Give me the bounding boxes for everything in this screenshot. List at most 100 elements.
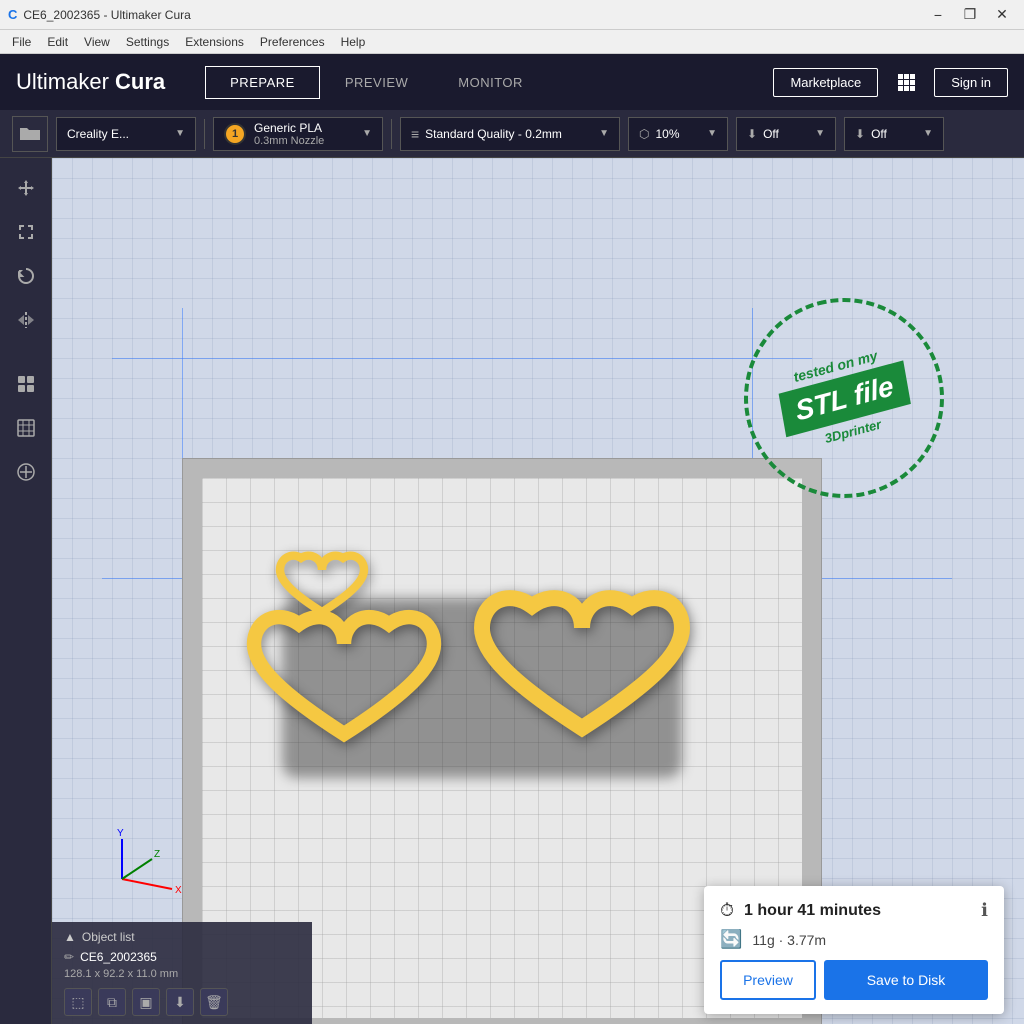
move-icon [16,178,36,198]
stamp-inner: tested on my STL file 3Dprinter [771,341,917,454]
menu-view[interactable]: View [76,33,118,51]
quality-chevron: ▼ [599,128,609,139]
grid-icon-button[interactable] [890,66,922,98]
menu-file[interactable]: File [4,33,39,51]
nozzle-selector[interactable]: 1 Generic PLA 0.3mm Nozzle ▼ [213,117,383,151]
svg-text:Y: Y [117,829,124,839]
title-bar-left: C CE6_2002365 - Ultimaker Cura [8,7,191,22]
printer-name: Creality E... [67,127,129,141]
object-list-panel: ▲ Object list ✏ CE6_2002365 128.1 x 92.2… [52,922,312,1024]
maximize-button[interactable]: ❐ [956,4,984,26]
app-icon: C [8,7,17,22]
adhesion-label: Off [871,127,887,141]
title-bar-controls: − ❐ ✕ [924,4,1016,26]
info-card: ⏱ 1 hour 41 minutes ℹ 🔄 11g · 3.77m Prev… [704,886,1004,1014]
quality-select[interactable]: ≡ Standard Quality - 0.2mm ▼ [400,117,620,151]
minimize-button[interactable]: − [924,4,952,26]
app: Ultimaker Cura PREPARE PREVIEW MONITOR M… [0,54,1024,1024]
menu-edit[interactable]: Edit [39,33,76,51]
printer-select[interactable]: Creality E... ▼ [56,117,196,151]
logo: Ultimaker Cura [16,69,165,95]
guide-line-horizontal-1 [112,358,812,359]
object-entry: ✏ CE6_2002365 [64,950,300,964]
toolbar-divider-1 [204,119,205,149]
rotate-icon [16,266,36,286]
support-icon [16,418,36,438]
rotate-tool-button[interactable] [8,258,44,294]
object-name: CE6_2002365 [80,950,157,964]
scale-icon [16,222,36,242]
move-tool-button[interactable] [8,170,44,206]
nozzle-text: Generic PLA 0.3mm Nozzle [254,121,324,147]
print-time: 1 hour 41 minutes [744,902,971,920]
mirror-icon [16,310,36,330]
object-list-header: ▲ Object list [64,930,300,944]
obj-view-btn[interactable]: ⬚ [64,988,92,1016]
per-model-button[interactable] [8,366,44,402]
mirror-tool-button[interactable] [8,302,44,338]
clock-icon: ⏱ [720,900,734,921]
menu-bar: File Edit View Settings Extensions Prefe… [0,30,1024,54]
tab-preview[interactable]: PREVIEW [320,66,433,99]
support-download-icon: ⬇ [747,127,757,141]
logo-light: Ultimaker [16,69,115,94]
adhesion-icon: ⬇ [855,127,865,141]
adhesion-chevron: ▼ [923,128,933,139]
infill-label: 10% [655,127,679,141]
scale-tool-button[interactable] [8,214,44,250]
left-toolbar [0,158,52,1024]
obj-delete-btn[interactable]: 🗑 [200,988,228,1016]
svg-text:X: X [175,885,182,896]
support-chevron: ▼ [815,128,825,139]
support-button[interactable] [8,410,44,446]
obj-arrange-btn[interactable]: ▣ [132,988,160,1016]
edit-icon: ✏ [64,950,74,964]
top-nav: Ultimaker Cura PREPARE PREVIEW MONITOR M… [0,54,1024,110]
nozzle-number: 1 [224,123,246,145]
obj-clone-btn[interactable]: ⧉ [98,988,126,1016]
viewport[interactable]: X Y Z tested on my STL file 3Dprinter [52,158,1024,1024]
svg-text:Z: Z [154,849,160,860]
preview-button[interactable]: Preview [720,960,816,1000]
menu-preferences[interactable]: Preferences [252,33,333,51]
support-label: Off [763,127,779,141]
menu-settings[interactable]: Settings [118,33,177,51]
menu-extensions[interactable]: Extensions [177,33,252,51]
printer-chevron: ▼ [175,128,185,139]
custom-support-button[interactable] [8,454,44,490]
grid-icon [897,73,915,91]
adhesion-select[interactable]: ⬇ Off ▼ [844,117,944,151]
object-list-label: Object list [82,930,135,944]
obj-export-btn[interactable]: ⬇ [166,988,194,1016]
close-button[interactable]: ✕ [988,4,1016,26]
menu-help[interactable]: Help [333,33,374,51]
nav-right: Marketplace Sign in [773,66,1008,98]
material-amount: 11g · 3.77m [752,932,988,948]
nozzle-size: 0.3mm Nozzle [254,135,324,147]
title-bar: C CE6_2002365 - Ultimaker Cura − ❐ ✕ [0,0,1024,30]
time-row: ⏱ 1 hour 41 minutes ℹ [720,900,988,921]
logo-bold: Cura [115,69,165,94]
axis-indicator: X Y Z [112,829,192,904]
marketplace-button[interactable]: Marketplace [773,68,878,97]
folder-icon [20,126,40,142]
per-model-icon [16,374,36,394]
save-to-disk-button[interactable]: Save to Disk [824,960,988,1000]
infill-select[interactable]: ⬡ 10% ▼ [628,117,728,151]
tab-prepare[interactable]: PREPARE [205,66,320,99]
window-title: CE6_2002365 - Ultimaker Cura [23,8,190,22]
quality-label: Standard Quality - 0.2mm [425,127,562,141]
info-icon-button[interactable]: ℹ [981,900,988,921]
material-row: 🔄 11g · 3.77m [720,929,988,950]
tab-monitor[interactable]: MONITOR [433,66,548,99]
quality-icon: ≡ [411,126,419,142]
object-icon-buttons: ⬚ ⧉ ▣ ⬇ 🗑 [64,988,300,1016]
nozzle-chevron: ▼ [362,128,372,139]
infill-chevron: ▼ [707,128,717,139]
content-area: X Y Z tested on my STL file 3Dprinter [0,158,1024,1024]
support-select[interactable]: ⬇ Off ▼ [736,117,836,151]
toolbar-divider-2 [391,119,392,149]
heart-cutters [242,538,742,818]
signin-button[interactable]: Sign in [934,68,1008,97]
open-folder-button[interactable] [12,116,48,152]
